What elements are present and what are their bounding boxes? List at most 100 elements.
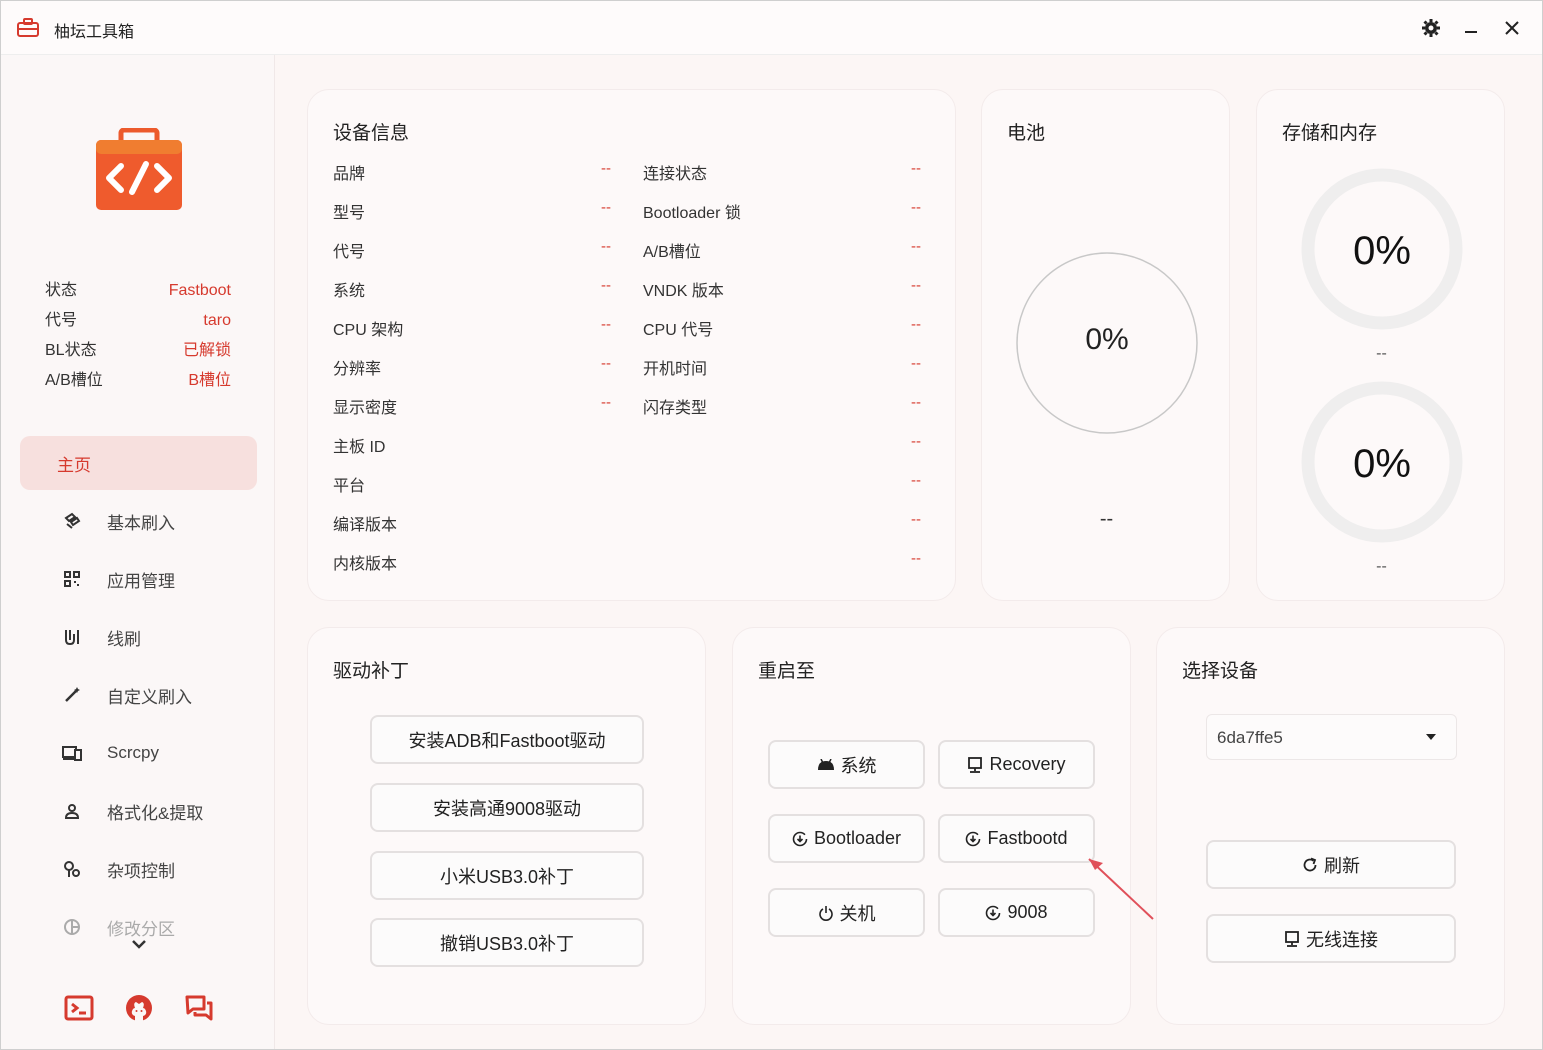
nav-item-misc-control[interactable]: 杂项控制 [20,842,257,896]
device-info-label: 内核版本 [333,556,398,573]
reboot-9008-button[interactable]: 9008 [938,888,1095,937]
reboot-bootloader-label: Bootloader [813,828,902,848]
apps-grid-icon [62,569,82,589]
app-logo [96,128,182,210]
status-row: 代号 taro [45,312,231,329]
restart-circle-icon [966,831,981,846]
memory-detail: -- [1376,558,1387,575]
minimize-icon[interactable] [1458,15,1484,41]
nav-item-app-management[interactable]: 应用管理 [20,552,257,606]
title-bar: 柚坛工具箱 [1,1,1542,55]
select-device-title: 选择设备 [1182,661,1259,682]
flash-icon [62,511,82,531]
toolbox-icon [17,18,39,37]
install-qualcomm-9008-driver-button[interactable]: 安装高通9008驱动 [370,783,644,832]
chat-feedback-icon[interactable] [184,993,214,1023]
power-icon [818,905,833,921]
reboot-fastbootd-label: Fastbootd [987,828,1068,848]
device-info-value: -- [911,277,921,294]
reboot-card: 重启至 系统 Recovery Bootloader Fastbootd 关机 … [732,627,1131,1025]
device-info-title: 设备信息 [333,123,410,144]
device-info-label: CPU 代号 [643,322,714,339]
reboot-9008-label: 9008 [1007,902,1048,922]
nav-item-basic-flash[interactable]: 基本刷入 [20,494,257,548]
sidebar: 状态 Fastboot 代号 taro BL状态 已解锁 A/B槽位 B槽位 主页 基本… [1,55,275,1049]
xiaomi-usb3-patch-button[interactable]: 小米USB3.0补丁 [370,851,644,900]
device-info-label: 开机时间 [643,361,708,378]
monitor-icon [1285,930,1299,947]
device-info-label: A/B槽位 [643,244,701,261]
device-info-value: -- [911,238,921,255]
status-row: BL状态 已解锁 [45,342,231,359]
device-info-value: -- [911,472,921,489]
wireless-connect-label: 无线连接 [1306,929,1378,950]
reboot-system-button[interactable]: 系统 [768,740,925,789]
magic-wand-icon [62,685,82,705]
reboot-system-label: 系统 [840,755,877,776]
battery-card: 电池 0% -- [981,89,1230,601]
nav-item-home[interactable]: 主页 [20,436,257,490]
device-info-label: 连接状态 [643,166,708,183]
battery-title: 电池 [1007,123,1046,144]
device-info-value: -- [911,199,921,216]
reboot-fastbootd-button[interactable]: Fastbootd [938,814,1095,863]
github-icon[interactable] [124,993,154,1023]
nav-item-line-flash[interactable]: 线刷 [20,610,257,664]
close-icon[interactable] [1499,15,1525,41]
device-info-label: 平台 [333,478,366,495]
memory-percent: 0% [1353,442,1411,486]
driver-title: 驱动补丁 [333,661,410,682]
refresh-icon [1303,857,1317,871]
settings-gear-icon[interactable] [1418,15,1444,41]
power-off-label: 关机 [839,903,876,924]
device-info-label: 主板 ID [333,439,386,456]
annotation-arrow [1088,858,1154,920]
storage-percent: 0% [1353,229,1411,273]
wireless-connect-button[interactable]: 无线连接 [1206,914,1456,963]
device-select-value: 6da7ffe5 [1217,728,1283,747]
reboot-recovery-label: Recovery [989,754,1066,774]
reboot-recovery-button[interactable]: Recovery [938,740,1095,789]
user-badge-icon [62,801,82,821]
battery-percent: 0% [1085,323,1129,356]
restart-circle-icon [986,905,1001,920]
settings-tools-icon [62,859,82,879]
nav-item-custom-flash[interactable]: 自定义刷入 [20,668,257,722]
terminal-icon[interactable] [64,993,94,1023]
scroll-down-chevron-icon[interactable] [130,937,148,951]
reboot-bootloader-button[interactable]: Bootloader [768,814,925,863]
devices-icon [62,743,82,763]
storage-memory-card: 存储和内存 0% -- 0% -- [1256,89,1505,601]
battery-detail: -- [1099,508,1114,530]
device-info-value: -- [601,199,611,216]
dropdown-caret-icon [1426,734,1436,740]
reboot-title: 重启至 [758,661,816,682]
status-row: 状态 Fastboot [45,282,231,299]
nav-item-scrcpy[interactable]: Scrcpy [20,726,257,780]
revert-usb3-patch-button[interactable]: 撤销USB3.0补丁 [370,918,644,967]
device-info-card: 设备信息 品牌 -- 型号 -- 代号 -- 系统 -- CPU 架构 -- 分辨率 -- 显示密度 --… [307,89,956,601]
device-info-value: -- [911,394,921,411]
device-info-label: 编译版本 [333,517,398,534]
power-off-button[interactable]: 关机 [768,888,925,937]
window-title: 柚坛工具箱 [54,24,135,41]
device-info-value: -- [911,433,921,450]
storage-title: 存储和内存 [1282,123,1378,144]
driver-patch-card: 驱动补丁 安装ADB和Fastboot驱动 安装高通9008驱动 小米USB3.… [307,627,706,1025]
monitor-icon [968,756,983,773]
device-info-value: -- [601,238,611,255]
device-info-label: CPU 架构 [333,322,404,339]
nav-item-format-extract[interactable]: 格式化&提取 [20,784,257,838]
device-info-value: -- [911,511,921,528]
storage-detail: -- [1376,345,1387,362]
device-info-label: VNDK 版本 [643,283,724,300]
install-adb-fastboot-driver-button[interactable]: 安装ADB和Fastboot驱动 [370,715,644,764]
device-info-value: -- [601,277,611,294]
refresh-button[interactable]: 刷新 [1206,840,1456,889]
device-select-dropdown[interactable]: 6da7ffe5 [1206,714,1457,760]
device-info-value: -- [601,355,611,372]
app-window: 柚坛工具箱 状态 Fastboot 代号 taro BL状态 已解锁 A/B槽位 B槽位 [0,0,1543,1050]
device-info-value: -- [911,355,921,372]
device-status-list: 状态 Fastboot 代号 taro BL状态 已解锁 A/B槽位 B槽位 [45,281,231,401]
refresh-label: 刷新 [1324,855,1360,876]
